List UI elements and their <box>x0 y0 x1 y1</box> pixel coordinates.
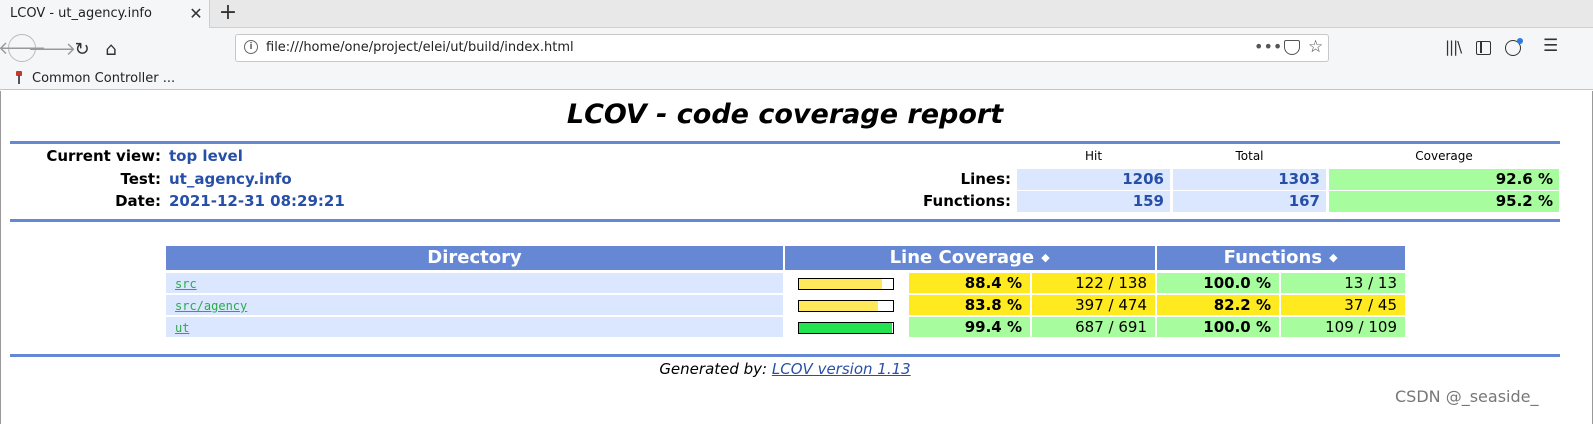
table-row-name-cell: ut <box>166 317 783 337</box>
functions-hit: 159 <box>1017 191 1170 212</box>
account-icon[interactable] <box>1505 38 1523 56</box>
function-coverage-count: 37 / 45 <box>1281 295 1405 315</box>
coverage-bar-cell <box>785 295 907 315</box>
bookmark-common-controller[interactable]: Common Controller ... <box>32 71 175 86</box>
coverage-bar <box>798 322 894 334</box>
footer: Generated by: LCOV version 1.13 <box>1 360 1569 378</box>
url-bar[interactable]: i file:///home/one/project/elei/ut/build… <box>235 34 1329 62</box>
forward-button[interactable]: 🡒 <box>28 37 76 61</box>
lcov-version-link[interactable]: LCOV version 1.13 <box>772 360 911 378</box>
lines-total: 1303 <box>1173 169 1326 190</box>
site-info-icon[interactable]: i <box>244 40 258 54</box>
coverage-bar-fill <box>799 323 893 333</box>
coverage-bar-fill <box>799 279 883 289</box>
directory-header-label: Directory <box>427 247 522 268</box>
divider <box>10 219 1560 222</box>
table-row-name-cell: src <box>166 273 783 293</box>
line-coverage-header: Line Coverage ◆ <box>785 246 1155 270</box>
sort-icon[interactable]: ◆ <box>1040 252 1050 263</box>
divider <box>10 354 1560 357</box>
functions-coverage: 95.2 % <box>1329 191 1559 212</box>
coverage-bar-cell <box>785 317 907 337</box>
tab-title: LCOV - ut_agency.info <box>10 6 152 21</box>
lines-coverage: 92.6 % <box>1329 169 1559 190</box>
summary-coverage-header: Coverage <box>1415 149 1473 163</box>
line-coverage-percent: 99.4 % <box>909 317 1030 337</box>
table-row-name-cell: src/agency <box>166 295 783 315</box>
bookmarks-toolbar: Common Controller ... <box>0 68 1593 90</box>
sort-icon[interactable]: ◆ <box>1328 252 1338 263</box>
library-icon[interactable]: |||\ <box>1445 38 1462 56</box>
functions-header-label: Functions <box>1223 247 1323 268</box>
divider <box>10 141 1560 144</box>
bookmark-pin-icon <box>16 71 22 84</box>
watermark: CSDN @_seaside_ <box>1395 387 1539 406</box>
home-button[interactable]: ⌂ <box>99 37 123 61</box>
test-value: ut_agency.info <box>169 170 292 188</box>
tab-active[interactable]: LCOV - ut_agency.info ✕ <box>0 0 210 29</box>
line-coverage-count: 687 / 691 <box>1032 317 1155 337</box>
functions-total: 167 <box>1173 191 1326 212</box>
directory-link[interactable]: src/agency <box>175 299 247 313</box>
function-coverage-count: 13 / 13 <box>1281 273 1405 293</box>
functions-header: Functions ◆ <box>1157 246 1405 270</box>
page-content: LCOV - code coverage report Current view… <box>0 91 1593 424</box>
directory-header: Directory <box>166 246 783 270</box>
reload-button[interactable]: ↻ <box>70 37 94 61</box>
close-tab-icon[interactable]: ✕ <box>188 4 204 23</box>
pocket-icon[interactable] <box>1284 40 1300 55</box>
test-label: Test: <box>120 170 161 188</box>
coverage-bar-cell <box>785 273 907 293</box>
notification-dot-icon <box>1517 38 1523 44</box>
directory-link[interactable]: src <box>175 277 197 291</box>
line-coverage-percent: 88.4 % <box>909 273 1030 293</box>
function-coverage-percent: 82.2 % <box>1157 295 1279 315</box>
coverage-bar-fill <box>799 301 878 311</box>
summary-hit-header: Hit <box>1084 149 1103 163</box>
line-coverage-percent: 83.8 % <box>909 295 1030 315</box>
functions-label: Functions: <box>923 192 1011 210</box>
lines-hit: 1206 <box>1017 169 1170 190</box>
url-text[interactable]: file:///home/one/project/elei/ut/build/i… <box>266 40 574 55</box>
page-actions-icon[interactable]: ••• <box>1254 37 1282 56</box>
line-coverage-count: 122 / 138 <box>1032 273 1155 293</box>
line-coverage-header-label: Line Coverage <box>889 247 1035 268</box>
sidebar-icon[interactable] <box>1476 41 1491 55</box>
function-coverage-count: 109 / 109 <box>1281 317 1405 337</box>
date-value: 2021-12-31 08:29:21 <box>169 192 345 210</box>
line-coverage-count: 397 / 474 <box>1032 295 1155 315</box>
lines-label: Lines: <box>960 170 1011 188</box>
coverage-bar <box>798 278 894 290</box>
page-title: LCOV - code coverage report <box>566 99 1004 130</box>
new-tab-button[interactable]: + <box>218 1 238 25</box>
nav-bar: 🡐 🡒 ↻ ⌂ i file:///home/one/project/elei/… <box>0 28 1593 68</box>
bookmark-star-icon[interactable]: ☆ <box>1308 37 1323 57</box>
tab-bar: LCOV - ut_agency.info ✕ + <box>0 0 1593 29</box>
current-view-value: top level <box>169 147 243 165</box>
coverage-bar <box>798 300 894 312</box>
current-view-label: Current view: <box>46 147 161 165</box>
date-label: Date: <box>115 192 161 210</box>
directory-link[interactable]: ut <box>175 321 189 335</box>
summary-total-header: Total <box>1235 149 1264 163</box>
menu-icon[interactable]: ☰ <box>1543 36 1558 56</box>
function-coverage-percent: 100.0 % <box>1157 273 1279 293</box>
footer-prefix: Generated by: <box>659 360 768 378</box>
function-coverage-percent: 100.0 % <box>1157 317 1279 337</box>
